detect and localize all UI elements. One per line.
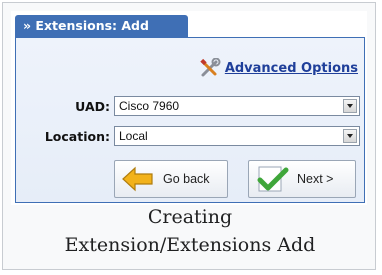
thumbnail-frame: » Extensions: Add Advanced Options UAD: … xyxy=(2,2,376,270)
image-caption: Creating Extension/Extensions Add xyxy=(3,203,377,259)
arrow-left-icon xyxy=(122,166,153,192)
next-button[interactable]: Next > xyxy=(248,160,356,198)
extensions-add-panel: Advanced Options UAD: Cisco 7960 Locatio… xyxy=(15,37,365,203)
panel-title-tab: » Extensions: Add xyxy=(15,15,188,37)
uad-label: UAD: xyxy=(75,99,110,114)
tools-icon xyxy=(200,58,221,77)
location-row: Location: Local xyxy=(16,126,366,148)
advanced-options-link[interactable]: Advanced Options xyxy=(199,58,358,78)
checkmark-icon xyxy=(257,166,289,192)
go-back-button[interactable]: Go back xyxy=(114,160,228,198)
uad-value: Cisco 7960 xyxy=(119,99,180,113)
go-back-label: Go back xyxy=(163,172,210,186)
chevron-down-icon[interactable] xyxy=(343,129,357,143)
chevron-down-icon[interactable] xyxy=(343,99,357,113)
caption-line-1: Creating xyxy=(147,206,233,228)
location-select[interactable]: Local xyxy=(114,126,360,146)
uad-select[interactable]: Cisco 7960 xyxy=(114,96,360,116)
location-value: Local xyxy=(119,129,148,143)
caption-line-2: Extension/Extensions Add xyxy=(64,234,316,256)
next-label: Next > xyxy=(297,172,334,186)
location-label: Location: xyxy=(44,129,110,144)
uad-row: UAD: Cisco 7960 xyxy=(16,96,366,118)
screenshot-image: » Extensions: Add Advanced Options UAD: … xyxy=(11,11,367,205)
advanced-options-label: Advanced Options xyxy=(224,60,358,76)
